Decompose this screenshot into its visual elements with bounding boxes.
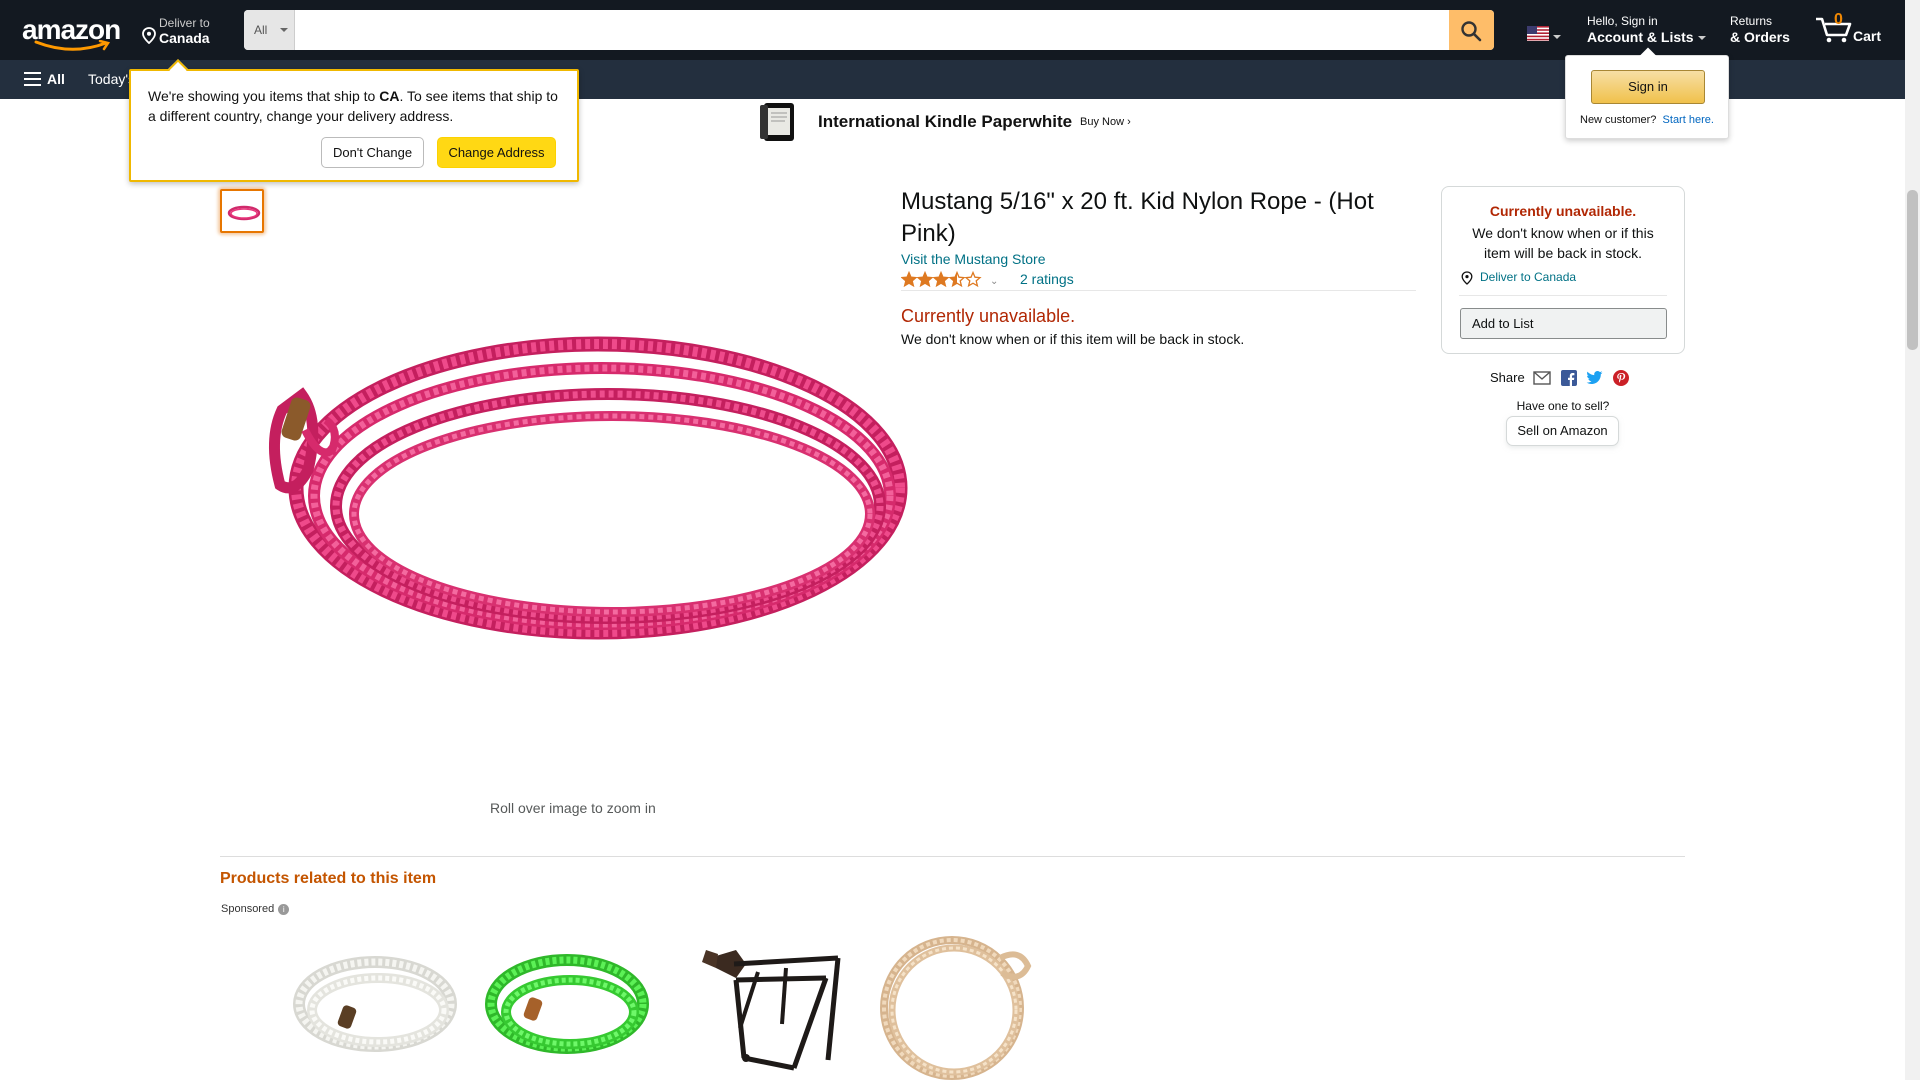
ratings-count-link[interactable]: 2 ratings	[1020, 271, 1074, 287]
chevron-down-icon	[280, 28, 288, 32]
kindle-banner-ad[interactable]: International Kindle Paperwhite Buy Now …	[760, 101, 1140, 143]
pinterest-icon[interactable]	[1613, 370, 1629, 386]
divider	[901, 290, 1416, 291]
rating-chevron-down-icon[interactable]: ⌄	[990, 276, 998, 287]
returns-orders-link[interactable]: Returns & Orders	[1730, 14, 1790, 45]
us-flag-icon[interactable]	[1527, 26, 1549, 41]
page-scrollbar-thumb[interactable]	[1907, 190, 1918, 350]
product-title: Mustang 5/16" x 20 ft. Kid Nylon Rope - …	[901, 188, 1374, 247]
deliver-location: Canada	[159, 30, 210, 46]
availability-note: We don't know when or if this item will …	[901, 331, 1245, 347]
ship-to-popover: We're showing you items that ship to CA.…	[129, 59, 579, 182]
search-bar: All	[244, 10, 1494, 50]
search-category-dropdown[interactable]: All	[244, 10, 295, 50]
related-product-saddle-rack[interactable]	[676, 928, 846, 1080]
search-input[interactable]	[295, 10, 1443, 50]
account-greeting: Hello, Sign in	[1587, 14, 1658, 28]
language-caret-icon[interactable]	[1553, 35, 1561, 39]
star-empty-icon	[964, 271, 982, 288]
cart-count: 0	[1834, 11, 1843, 28]
signin-popover: Sign in New customer? Start here.	[1565, 47, 1729, 139]
todays-deals-link[interactable]: Today's	[88, 71, 135, 87]
related-products-title: Products related to this item	[220, 870, 437, 887]
kindle-buy-now-link[interactable]: Buy Now ›	[1080, 116, 1131, 128]
facebook-icon[interactable]	[1561, 370, 1577, 386]
divider	[1459, 295, 1667, 296]
add-to-list-button[interactable]: Add to List	[1460, 308, 1667, 339]
sponsored-label: Sponsored i	[221, 903, 290, 915]
returns-label: Returns	[1730, 14, 1773, 28]
kindle-banner-title: International Kindle Paperwhite	[818, 112, 1073, 131]
section-divider	[220, 856, 1685, 857]
buybox-availability: Currently unavailable.	[1489, 203, 1637, 219]
cart-label: Cart	[1853, 28, 1882, 44]
sell-on-amazon-button[interactable]: Sell on Amazon	[1506, 416, 1619, 446]
new-customer-label: New customer?	[1580, 114, 1657, 126]
star-full-icon	[932, 271, 950, 288]
account-lists-menu[interactable]: Hello, Sign in Account & Lists	[1587, 14, 1706, 45]
buy-box: Currently unavailable. We don't know whe…	[1441, 186, 1685, 354]
start-here-link[interactable]: Start here.	[1663, 114, 1714, 126]
page-scrollbar-track[interactable]	[1905, 0, 1920, 1080]
rope-thumbnail-image	[227, 205, 261, 221]
info-icon[interactable]: i	[278, 903, 290, 915]
ship-to-message: We're showing you items that ship to CA.…	[148, 86, 568, 126]
sign-in-button[interactable]: Sign in	[1591, 70, 1705, 104]
all-menu-label: All	[47, 71, 65, 87]
have-one-to-sell-label: Have one to sell?	[1516, 399, 1610, 413]
dont-change-button[interactable]: Don't Change	[321, 137, 424, 168]
account-label: Account & Lists	[1587, 29, 1694, 45]
email-icon[interactable]	[1533, 371, 1551, 385]
related-product-green-rope[interactable]	[482, 928, 652, 1080]
availability-status: Currently unavailable.	[901, 306, 1076, 326]
location-pin-icon	[1461, 271, 1473, 285]
location-pin-icon	[142, 27, 156, 44]
star-half-icon	[948, 271, 966, 288]
star-full-icon	[901, 271, 918, 288]
chevron-down-icon	[1697, 36, 1706, 41]
deliver-label: Deliver to	[159, 16, 210, 30]
kindle-device-icon	[760, 103, 794, 141]
related-product-white-rope[interactable]	[290, 928, 460, 1080]
buybox-availability-note: We don't know when or if this item will …	[1472, 225, 1654, 261]
store-link[interactable]: Visit the Mustang Store	[901, 251, 1045, 267]
search-category-label: All	[254, 23, 268, 37]
new-customer-text: New customer? Start here.	[1580, 114, 1714, 126]
buybox-deliver-label: Deliver to Canada	[1480, 270, 1577, 284]
share-row: Share	[1490, 369, 1640, 387]
sponsored-text: Sponsored	[221, 903, 275, 915]
main-product-image[interactable]	[260, 300, 910, 680]
product-thumbnail[interactable]	[220, 189, 264, 233]
ship-country: CA	[379, 88, 400, 104]
zoom-hint: Roll over image to zoom in	[490, 800, 656, 816]
amazon-logo[interactable]: amazon	[20, 14, 124, 51]
related-product-tan-rope[interactable]	[870, 928, 1040, 1080]
logo-smile-icon	[34, 40, 111, 51]
search-button[interactable]	[1449, 10, 1494, 50]
change-address-button[interactable]: Change Address	[437, 137, 556, 168]
search-icon	[1461, 21, 1482, 42]
cart-button[interactable]: 0 Cart	[1814, 11, 1884, 46]
orders-label: & Orders	[1730, 29, 1790, 45]
share-label: Share	[1490, 370, 1525, 385]
hamburger-icon	[24, 72, 41, 86]
star-rating[interactable]	[901, 271, 983, 288]
ship-message-prefix: We're showing you items that ship to	[148, 88, 380, 104]
twitter-icon[interactable]	[1586, 371, 1603, 385]
star-full-icon	[916, 271, 934, 288]
